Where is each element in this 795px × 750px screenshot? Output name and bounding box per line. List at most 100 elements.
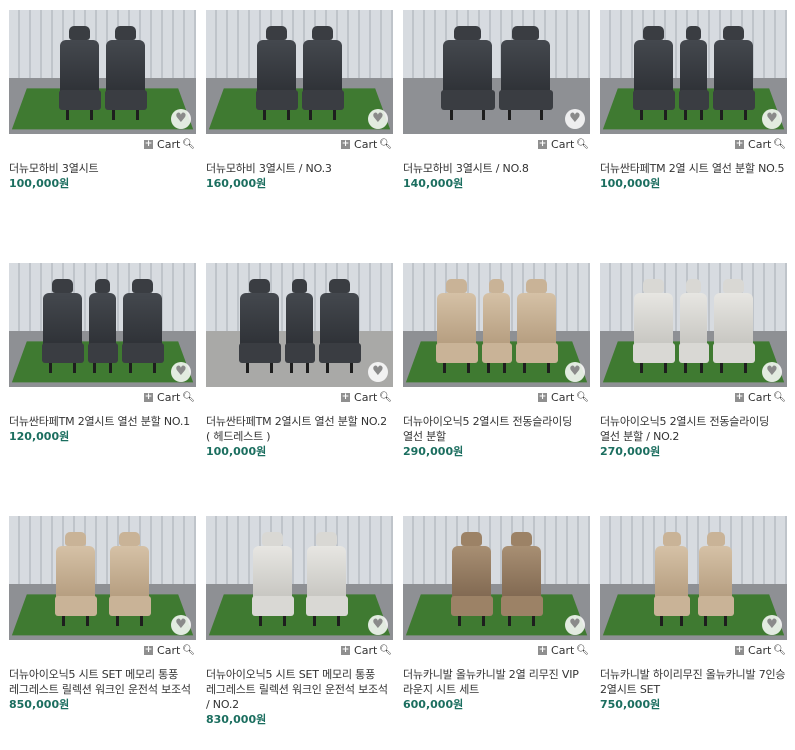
product-price: 120,000원 — [9, 430, 70, 443]
product-card[interactable]: ♥ + Cart 🔍︎ 더뉴모하비 3열시트 / NO.3 160,000원 — [206, 10, 393, 191]
product-card[interactable]: ♥ + Cart 🔍︎ 더뉴싼타페TM 2열 시트 열선 분할 NO.5 100… — [600, 10, 787, 191]
magnifier-icon: 🔍︎ — [576, 391, 589, 403]
product-title[interactable]: 더뉴아이오닉5 시트 SET 메모리 통풍 레그레스트 릴렉션 워크인 운전석 … — [9, 667, 196, 697]
product-price: 270,000원 — [600, 445, 661, 458]
product-title[interactable]: 더뉴싼타페TM 2열시트 열선 분할 NO.2 ( 헤드레스트 ) — [206, 414, 393, 444]
plus-icon: + — [735, 644, 745, 655]
product-card[interactable]: ♥ + Cart 🔍︎ 더뉴카니발 하이리무진 올뉴카니발 7인승 2열시트 S… — [600, 516, 787, 712]
product-image[interactable]: ♥ — [9, 516, 196, 640]
product-title[interactable]: 더뉴아이오닉5 2열시트 전동슬라이딩 열선 분할 — [403, 414, 590, 444]
magnifier-icon: 🔍︎ — [182, 644, 195, 656]
product-title[interactable]: 더뉴아이오닉5 2열시트 전동슬라이딩 열선 분할 / NO.2 — [600, 414, 787, 444]
add-to-cart-button[interactable]: + Cart 🔍︎ — [735, 391, 786, 404]
product-price: 750,000원 — [600, 698, 661, 711]
heart-icon[interactable]: ♥ — [368, 615, 388, 635]
magnifier-icon: 🔍︎ — [773, 644, 786, 656]
magnifier-icon: 🔍︎ — [576, 644, 589, 656]
plus-icon: + — [735, 391, 745, 402]
product-card[interactable]: ♥ + Cart 🔍︎ 더뉴아이오닉5 시트 SET 메모리 통풍 레그레스트 … — [206, 516, 393, 727]
cart-label: Cart — [354, 137, 378, 151]
plus-icon: + — [538, 391, 548, 402]
plus-icon: + — [144, 644, 154, 655]
add-to-cart-button[interactable]: + Cart 🔍︎ — [341, 138, 392, 151]
heart-icon[interactable]: ♥ — [762, 362, 782, 382]
product-image[interactable]: ♥ — [9, 10, 196, 134]
product-image[interactable]: ♥ — [600, 516, 787, 640]
cart-label: Cart — [354, 390, 378, 404]
product-card[interactable]: ♥ + Cart 🔍︎ 더뉴카니발 올뉴카니발 2열 리무진 VIP 라운지 시… — [403, 516, 590, 712]
product-price: 850,000원 — [9, 698, 70, 711]
magnifier-icon: 🔍︎ — [379, 644, 392, 656]
magnifier-icon: 🔍︎ — [773, 391, 786, 403]
product-card[interactable]: ♥ + Cart 🔍︎ 더뉴아이오닉5 2열시트 전동슬라이딩 열선 분할 / … — [600, 263, 787, 459]
magnifier-icon: 🔍︎ — [182, 138, 195, 150]
product-price: 100,000원 — [600, 177, 661, 190]
heart-icon[interactable]: ♥ — [565, 109, 585, 129]
heart-icon[interactable]: ♥ — [171, 362, 191, 382]
plus-icon: + — [538, 138, 548, 149]
product-image[interactable]: ♥ — [206, 10, 393, 134]
add-to-cart-button[interactable]: + Cart 🔍︎ — [144, 644, 195, 657]
heart-icon[interactable]: ♥ — [565, 615, 585, 635]
add-to-cart-button[interactable]: + Cart 🔍︎ — [735, 138, 786, 151]
product-title[interactable]: 더뉴모하비 3열시트 — [9, 161, 196, 176]
product-card[interactable]: ♥ + Cart 🔍︎ 더뉴아이오닉5 시트 SET 메모리 통풍 레그레스트 … — [9, 516, 196, 712]
heart-icon[interactable]: ♥ — [368, 362, 388, 382]
heart-icon[interactable]: ♥ — [171, 615, 191, 635]
plus-icon: + — [144, 138, 154, 149]
product-title[interactable]: 더뉴싼타페TM 2열 시트 열선 분할 NO.5 — [600, 161, 787, 176]
product-title[interactable]: 더뉴카니발 하이리무진 올뉴카니발 7인승 2열시트 SET — [600, 667, 787, 697]
product-card[interactable]: ♥ + Cart 🔍︎ 더뉴모하비 3열시트 / NO.8 140,000원 — [403, 10, 590, 191]
product-image[interactable]: ♥ — [403, 516, 590, 640]
product-price: 140,000원 — [403, 177, 464, 190]
heart-icon[interactable]: ♥ — [762, 615, 782, 635]
product-image[interactable]: ♥ — [600, 10, 787, 134]
product-title[interactable]: 더뉴모하비 3열시트 / NO.3 — [206, 161, 393, 176]
heart-icon[interactable]: ♥ — [368, 109, 388, 129]
cart-label: Cart — [354, 643, 378, 657]
plus-icon: + — [735, 138, 745, 149]
product-image[interactable]: ♥ — [206, 263, 393, 387]
product-card[interactable]: ♥ + Cart 🔍︎ 더뉴모하비 3열시트 100,000원 — [9, 10, 196, 191]
product-image[interactable]: ♥ — [600, 263, 787, 387]
add-to-cart-button[interactable]: + Cart 🔍︎ — [144, 391, 195, 404]
magnifier-icon: 🔍︎ — [379, 391, 392, 403]
product-grid: ♥ + Cart 🔍︎ 더뉴모하비 3열시트 100,000원 ♥ + Cart — [0, 0, 795, 750]
product-image[interactable]: ♥ — [403, 10, 590, 134]
product-image[interactable]: ♥ — [206, 516, 393, 640]
product-price: 100,000원 — [9, 177, 70, 190]
product-price: 160,000원 — [206, 177, 267, 190]
add-to-cart-button[interactable]: + Cart 🔍︎ — [341, 644, 392, 657]
product-card[interactable]: ♥ + Cart 🔍︎ 더뉴싼타페TM 2열시트 열선 분할 NO.1 120,… — [9, 263, 196, 444]
cart-label: Cart — [157, 390, 181, 404]
cart-label: Cart — [157, 137, 181, 151]
product-image[interactable]: ♥ — [9, 263, 196, 387]
product-card[interactable]: ♥ + Cart 🔍︎ 더뉴싼타페TM 2열시트 열선 분할 NO.2 ( 헤드… — [206, 263, 393, 459]
magnifier-icon: 🔍︎ — [576, 138, 589, 150]
product-title[interactable]: 더뉴아이오닉5 시트 SET 메모리 통풍 레그레스트 릴렉션 워크인 운전석 … — [206, 667, 393, 712]
heart-icon[interactable]: ♥ — [565, 362, 585, 382]
product-image[interactable]: ♥ — [403, 263, 590, 387]
product-card[interactable]: ♥ + Cart 🔍︎ 더뉴아이오닉5 2열시트 전동슬라이딩 열선 분할 29… — [403, 263, 590, 459]
product-title[interactable]: 더뉴모하비 3열시트 / NO.8 — [403, 161, 590, 176]
cart-label: Cart — [551, 137, 575, 151]
heart-icon[interactable]: ♥ — [171, 109, 191, 129]
add-to-cart-button[interactable]: + Cart 🔍︎ — [538, 391, 589, 404]
cart-label: Cart — [748, 643, 772, 657]
add-to-cart-button[interactable]: + Cart 🔍︎ — [538, 644, 589, 657]
plus-icon: + — [341, 391, 351, 402]
magnifier-icon: 🔍︎ — [182, 391, 195, 403]
add-to-cart-button[interactable]: + Cart 🔍︎ — [144, 138, 195, 151]
cart-label: Cart — [551, 643, 575, 657]
product-title[interactable]: 더뉴싼타페TM 2열시트 열선 분할 NO.1 — [9, 414, 196, 429]
heart-icon[interactable]: ♥ — [762, 109, 782, 129]
product-title[interactable]: 더뉴카니발 올뉴카니발 2열 리무진 VIP 라운지 시트 세트 — [403, 667, 590, 697]
magnifier-icon: 🔍︎ — [379, 138, 392, 150]
add-to-cart-button[interactable]: + Cart 🔍︎ — [735, 644, 786, 657]
product-price: 100,000원 — [206, 445, 267, 458]
add-to-cart-button[interactable]: + Cart 🔍︎ — [341, 391, 392, 404]
cart-label: Cart — [748, 390, 772, 404]
cart-label: Cart — [551, 390, 575, 404]
add-to-cart-button[interactable]: + Cart 🔍︎ — [538, 138, 589, 151]
product-price: 290,000원 — [403, 445, 464, 458]
